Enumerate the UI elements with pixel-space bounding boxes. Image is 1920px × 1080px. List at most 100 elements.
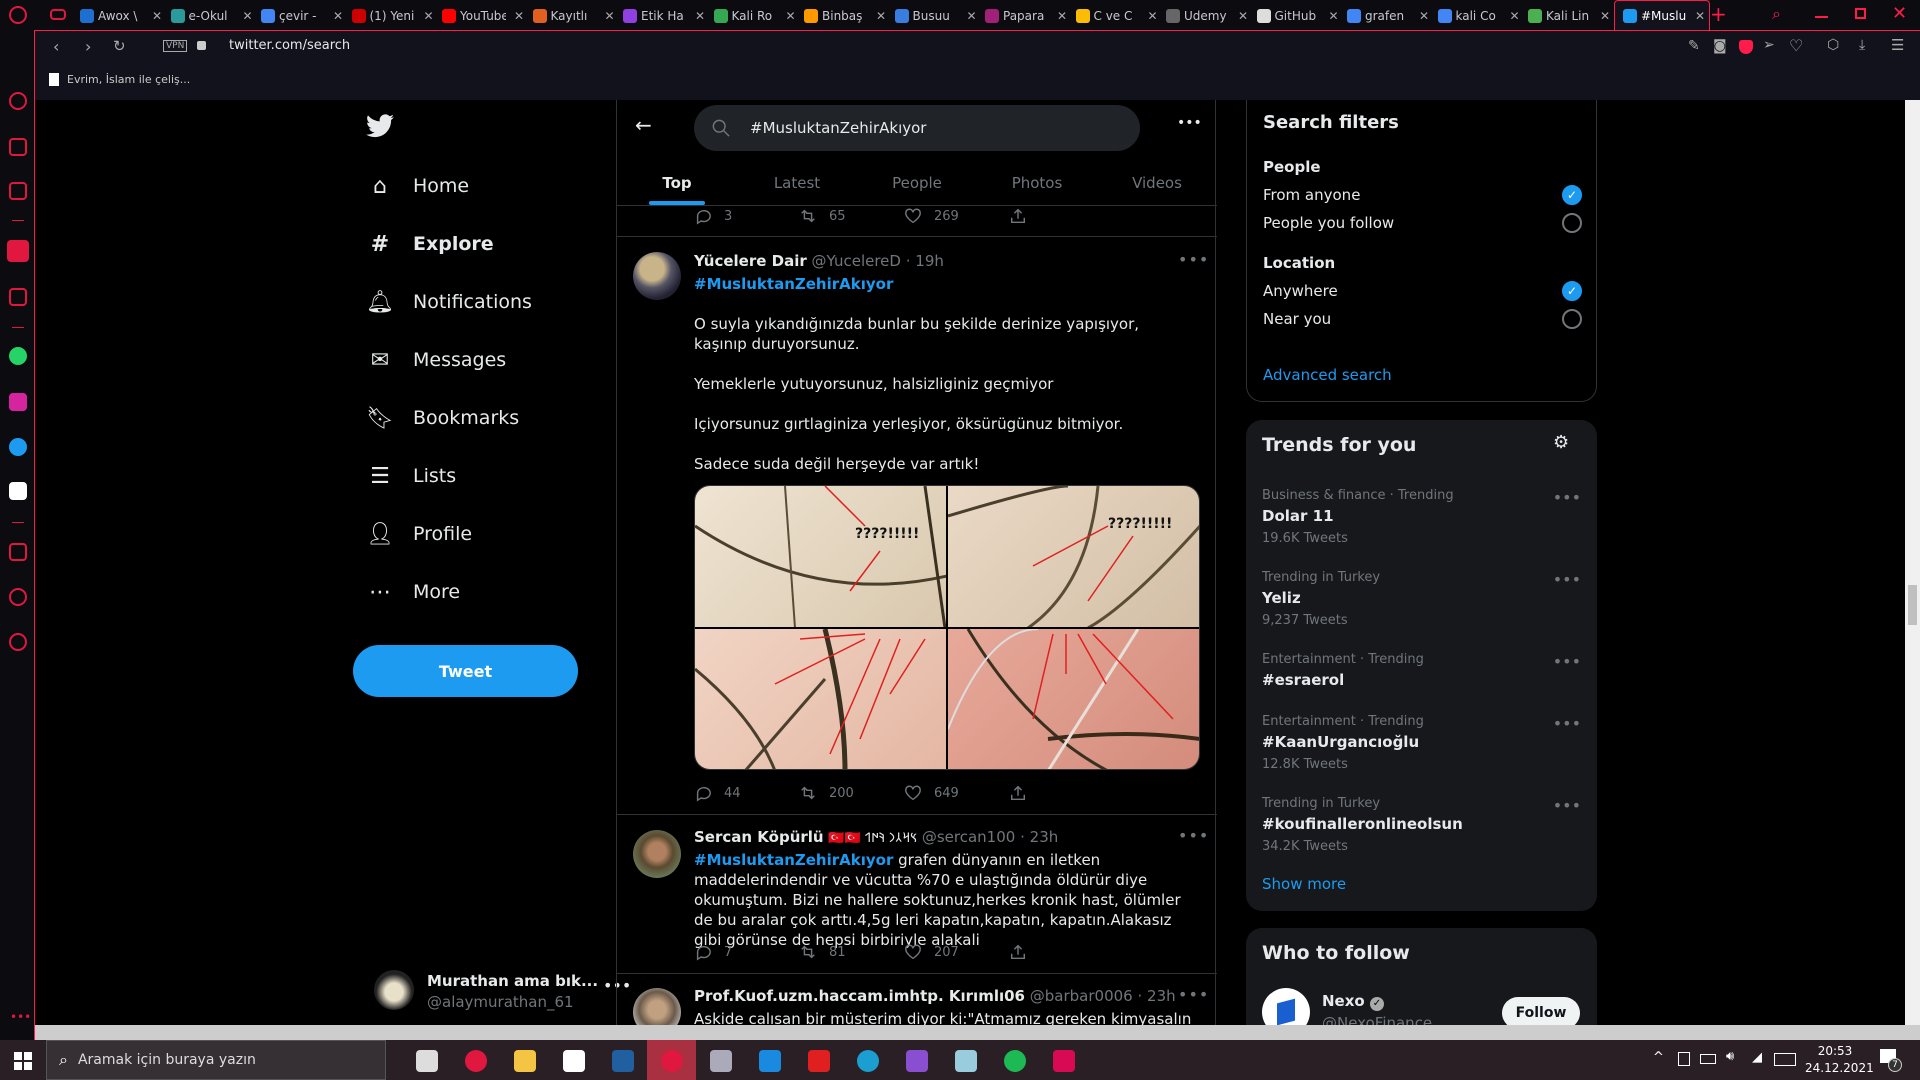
camera-icon[interactable] bbox=[1678, 1052, 1690, 1066]
battery-icon[interactable] bbox=[1700, 1054, 1716, 1064]
like-button[interactable]: 269 bbox=[904, 207, 1009, 225]
windows-start-icon[interactable] bbox=[14, 1052, 32, 1070]
bookmark-item[interactable]: Evrim, İslam ile çeliş... bbox=[49, 73, 190, 86]
adblock-shield-icon[interactable] bbox=[1739, 40, 1753, 54]
show-hidden-icons[interactable]: ^ bbox=[1653, 1050, 1664, 1065]
tab-people[interactable]: People bbox=[857, 160, 977, 205]
back-arrow-icon[interactable]: ← bbox=[635, 113, 652, 137]
spotify-icon[interactable] bbox=[1004, 1050, 1026, 1072]
like-button[interactable]: 207 bbox=[904, 943, 1009, 961]
debian-icon[interactable] bbox=[1053, 1050, 1075, 1072]
notepad-icon[interactable] bbox=[955, 1050, 977, 1072]
share-button[interactable] bbox=[1009, 207, 1114, 225]
share-button[interactable] bbox=[1009, 943, 1114, 961]
user-handle[interactable]: @NexoFinance bbox=[1322, 1014, 1432, 1025]
opera-active-icon[interactable] bbox=[661, 1050, 683, 1072]
new-tab-button[interactable]: + bbox=[1710, 2, 1727, 26]
roblox-icon[interactable] bbox=[808, 1050, 830, 1072]
nav-explore[interactable]: # Explore bbox=[367, 231, 494, 257]
discord-icon[interactable] bbox=[9, 482, 27, 500]
close-tab-icon[interactable]: ✕ bbox=[786, 9, 796, 23]
reply-button[interactable]: 3 bbox=[694, 207, 799, 225]
browser-tab[interactable]: GitHub ✕ bbox=[1256, 4, 1345, 28]
browser-tab[interactable]: YouTube ✕ bbox=[442, 4, 530, 28]
avatar[interactable] bbox=[633, 252, 681, 300]
settings-gear-icon[interactable]: ⚙ bbox=[1553, 432, 1569, 453]
browser-tab[interactable]: Kali Lin ✕ bbox=[1528, 4, 1616, 28]
filter-people-you-follow[interactable]: People you follow bbox=[1263, 213, 1582, 233]
author-name[interactable]: Prof.Kuof.uzm.haccam.imhtp. Kırımlı06 bbox=[694, 987, 1025, 1005]
keyboard-icon[interactable] bbox=[1774, 1053, 1796, 1066]
send-icon[interactable]: ➢ bbox=[1763, 37, 1775, 53]
tweet-photo[interactable] bbox=[695, 628, 946, 769]
author-name[interactable]: Sercan Köpürlü bbox=[694, 828, 824, 846]
whatsapp-icon[interactable] bbox=[9, 347, 27, 365]
filter-anywhere[interactable]: Anywhere ✓ bbox=[1263, 281, 1582, 301]
tab-latest[interactable]: Latest bbox=[737, 160, 857, 205]
close-tab-icon[interactable]: ✕ bbox=[1238, 9, 1248, 23]
trend-more-icon[interactable]: ••• bbox=[1553, 570, 1581, 589]
close-tab-icon[interactable]: ✕ bbox=[1329, 9, 1339, 23]
opera-logo-icon[interactable] bbox=[9, 6, 27, 24]
trend-more-icon[interactable]: ••• bbox=[1553, 488, 1581, 507]
nav-messages[interactable]: ✉ Messages bbox=[367, 347, 506, 373]
browser-tab[interactable]: grafen ✕ bbox=[1347, 4, 1435, 28]
vertical-scrollbar[interactable] bbox=[1905, 100, 1920, 1025]
file-explorer-icon[interactable] bbox=[514, 1050, 536, 1072]
user-name[interactable]: Nexo ✓ bbox=[1322, 992, 1384, 1011]
radio-checked-icon[interactable]: ✓ bbox=[1562, 185, 1582, 205]
visual-studio-icon[interactable] bbox=[906, 1050, 928, 1072]
trend-item[interactable]: Entertainment · Trending #esraerol ••• bbox=[1262, 652, 1581, 689]
restore-button[interactable] bbox=[1855, 8, 1866, 19]
browser-tab[interactable]: çevir - ✕ bbox=[261, 4, 349, 28]
close-tab-icon[interactable]: ✕ bbox=[1600, 9, 1610, 23]
reload-button[interactable]: ↻ bbox=[113, 37, 126, 55]
twitter-icon[interactable] bbox=[9, 438, 27, 456]
url-field[interactable]: twitter.com/search bbox=[229, 38, 350, 53]
avatar[interactable] bbox=[633, 830, 681, 878]
browser-tab[interactable]: C ve C ✕ bbox=[1075, 4, 1164, 28]
follow-button[interactable]: Follow bbox=[1502, 997, 1580, 1025]
mail-icon[interactable] bbox=[759, 1050, 781, 1072]
reply-button[interactable]: 7 bbox=[694, 943, 799, 961]
trend-more-icon[interactable]: ••• bbox=[1553, 796, 1581, 815]
nav-profile[interactable]: 👤︎ Profile bbox=[366, 521, 472, 547]
browser-tab[interactable]: Kayıtlı ✕ bbox=[532, 4, 621, 28]
radio-icon[interactable] bbox=[1562, 309, 1582, 329]
author-name[interactable]: Yücelere Dair bbox=[694, 252, 807, 270]
close-tab-icon[interactable]: ✕ bbox=[605, 9, 615, 23]
cube-icon[interactable]: ⬡ bbox=[1827, 37, 1839, 53]
close-tab-icon[interactable]: ✕ bbox=[1057, 9, 1067, 23]
close-tab-icon[interactable]: ✕ bbox=[152, 9, 162, 23]
tweet-media-grid[interactable]: ????!!!!! ????!!!!! bbox=[694, 485, 1200, 770]
trend-item[interactable]: Trending in Turkey Yeliz 9,237 Tweets ••• bbox=[1262, 570, 1581, 628]
tweet-time[interactable]: 19h bbox=[915, 252, 944, 270]
forward-button[interactable]: › bbox=[85, 37, 91, 56]
settings-gear-icon[interactable] bbox=[9, 633, 27, 651]
twitch-icon[interactable] bbox=[9, 182, 27, 200]
hashtag-link[interactable]: #MusluktanZehirAkıyor bbox=[694, 851, 893, 869]
tweet-more-icon[interactable]: ••• bbox=[1178, 985, 1209, 1004]
minimize-button[interactable] bbox=[1815, 16, 1828, 18]
filter-near-you[interactable]: Near you bbox=[1263, 309, 1582, 329]
tweet-time[interactable]: 23h bbox=[1030, 828, 1059, 846]
author-handle[interactable]: @sercan100 bbox=[922, 828, 1015, 846]
tweet-photo[interactable]: ????!!!!! bbox=[948, 486, 1199, 627]
opera-icon[interactable] bbox=[465, 1050, 487, 1072]
close-tab-icon[interactable]: ✕ bbox=[1510, 9, 1520, 23]
nav-more[interactable]: ⋯ More bbox=[367, 579, 460, 605]
browser-tab[interactable]: Papara ✕ bbox=[985, 4, 1073, 28]
easy-setup-icon[interactable]: ☰ bbox=[1891, 36, 1904, 54]
snapshot-edit-icon[interactable]: ✎ bbox=[1688, 38, 1700, 54]
trend-item[interactable]: Business & finance · Trending Dolar 11 19.… bbox=[1262, 488, 1581, 546]
tweet-more-icon[interactable]: ••• bbox=[1178, 826, 1209, 845]
gx-corner-icon[interactable] bbox=[9, 288, 27, 306]
search-tabs-icon[interactable]: ⌕ bbox=[1772, 4, 1781, 24]
virtualbox-icon[interactable] bbox=[612, 1050, 634, 1072]
close-tab-icon[interactable]: ✕ bbox=[243, 9, 253, 23]
close-tab-icon[interactable]: ✕ bbox=[424, 9, 434, 23]
browser-tab[interactable]: e-Okul ✕ bbox=[170, 4, 259, 28]
account-switcher[interactable]: Murathan ama bık... @alaymurathan_61 ••• bbox=[366, 962, 631, 1016]
close-tab-icon[interactable]: ✕ bbox=[514, 9, 524, 23]
edge-icon[interactable] bbox=[857, 1050, 879, 1072]
